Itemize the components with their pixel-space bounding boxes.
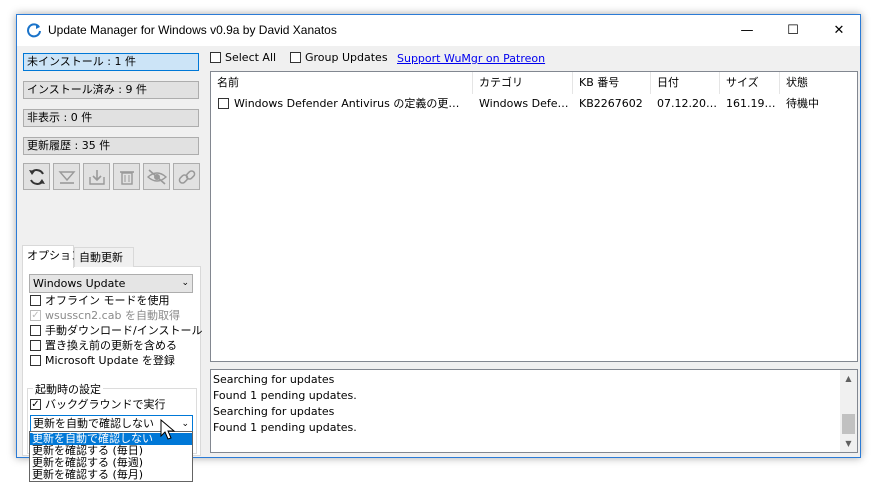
source-select-value: Windows Update	[33, 277, 126, 290]
refresh-icon	[28, 168, 45, 185]
window-title: Update Manager for Windows v0.9a by Davi…	[48, 23, 337, 37]
row-name: Windows Defender Antivirus の定義の更新 - ...	[234, 97, 470, 110]
dropdown-option[interactable]: 更新を確認する (毎月)	[30, 469, 192, 481]
scroll-thumb[interactable]	[842, 414, 855, 434]
app-window: Update Manager for Windows v0.9a by Davi…	[16, 14, 861, 458]
column-header-status[interactable]: 状態	[780, 72, 857, 94]
tab-auto-update[interactable]: 自動更新	[74, 247, 134, 267]
tab-options[interactable]: オプション	[22, 245, 82, 268]
register-mu-label: Microsoft Update を登録	[45, 354, 175, 367]
row-checkbox[interactable]	[218, 98, 229, 109]
startup-group-label: 起動時の設定	[33, 381, 103, 397]
category-not-installed[interactable]: 未インストール : 1 件	[23, 53, 199, 71]
download-button[interactable]	[53, 163, 80, 190]
minimize-icon: —	[740, 23, 754, 38]
row-category: Windows Defen...	[479, 97, 569, 110]
link-icon	[178, 169, 195, 184]
column-header-name[interactable]: 名前	[211, 72, 473, 94]
install-button[interactable]	[83, 163, 110, 190]
category-history[interactable]: 更新履歴 : 35 件	[23, 137, 199, 155]
scroll-down-icon[interactable]: ▼	[840, 435, 857, 452]
group-updates-label: Group Updates	[305, 51, 388, 64]
include-superseded-checkbox[interactable]: 置き換え前の更新を含める	[30, 338, 177, 352]
checkbox-box[interactable]	[290, 52, 301, 63]
close-icon: ✕	[833, 23, 845, 38]
category-hidden[interactable]: 非表示 : 0 件	[23, 109, 199, 127]
maximize-icon: ☐	[787, 23, 799, 38]
install-icon	[88, 169, 105, 185]
maximize-button[interactable]: ☐	[770, 15, 816, 46]
table-row[interactable]: Windows Defender Antivirus の定義の更新 - ... …	[211, 95, 857, 112]
category-installed[interactable]: インストール済み : 9 件	[23, 81, 199, 99]
log-output[interactable]: Searching for updates Found 1 pending up…	[210, 369, 858, 453]
chevron-down-icon: ⌄	[181, 419, 189, 429]
delete-button[interactable]	[113, 163, 140, 190]
column-header-category[interactable]: カテゴリ	[473, 72, 573, 94]
include-superseded-label: 置き換え前の更新を含める	[45, 339, 177, 352]
select-all-checkbox[interactable]: Select All	[210, 51, 276, 64]
log-line: Searching for updates	[213, 405, 335, 418]
group-updates-checkbox[interactable]: Group Updates	[290, 51, 388, 64]
log-line: Found 1 pending updates.	[213, 421, 357, 434]
close-button[interactable]: ✕	[816, 15, 862, 46]
wsusscn2-checkbox: ✓ wsusscn2.cab を自動取得	[30, 308, 180, 322]
checkbox-box[interactable]	[210, 52, 221, 63]
scroll-up-icon[interactable]: ▲	[840, 370, 857, 387]
offline-mode-checkbox[interactable]: オフライン モードを使用	[30, 293, 170, 307]
title-bar[interactable]: Update Manager for Windows v0.9a by Davi…	[17, 15, 860, 46]
minimize-button[interactable]: —	[724, 15, 770, 46]
source-select[interactable]: Windows Update ⌄	[29, 274, 193, 293]
log-scrollbar[interactable]: ▲ ▼	[840, 370, 857, 452]
chevron-down-icon: ⌄	[181, 278, 189, 288]
offline-mode-label: オフライン モードを使用	[45, 294, 170, 307]
checkbox-box[interactable]	[30, 294, 41, 306]
list-header: 名前 カテゴリ KB 番号 日付 サイズ 状態	[211, 72, 857, 94]
select-all-label: Select All	[225, 51, 277, 64]
mouse-cursor-icon	[160, 419, 176, 440]
manual-install-checkbox[interactable]: 手動ダウンロード/インストール	[30, 323, 203, 337]
download-icon	[57, 170, 76, 184]
link-button[interactable]	[173, 163, 200, 190]
register-mu-checkbox[interactable]: Microsoft Update を登録	[30, 353, 175, 367]
auto-check-value: 更新を自動で確認しない	[33, 417, 154, 430]
column-header-size[interactable]: サイズ	[720, 72, 780, 94]
refresh-button[interactable]	[23, 163, 50, 190]
log-line: Searching for updates	[213, 373, 335, 386]
checkbox-box[interactable]	[30, 354, 41, 366]
delete-icon	[119, 170, 134, 185]
hide-icon	[146, 168, 167, 185]
log-line: Found 1 pending updates.	[213, 389, 357, 402]
row-status: 待機中	[786, 97, 819, 110]
updates-list[interactable]: 名前 カテゴリ KB 番号 日付 サイズ 状態 Windows Defender…	[210, 71, 858, 362]
row-kb: KB2267602	[579, 97, 643, 110]
checkbox-box[interactable]	[30, 324, 41, 336]
background-checkbox[interactable]: ✓ バックグラウンドで実行	[30, 397, 166, 411]
checkbox-box: ✓	[30, 309, 41, 321]
checkbox-box[interactable]	[30, 339, 41, 351]
hide-button[interactable]	[143, 163, 170, 190]
manual-install-label: 手動ダウンロード/インストール	[45, 324, 203, 337]
column-header-date[interactable]: 日付	[651, 72, 720, 94]
column-header-kb[interactable]: KB 番号	[573, 72, 651, 94]
row-date: 07.12.2018	[657, 97, 719, 110]
wsusscn2-label: wsusscn2.cab を自動取得	[45, 309, 180, 322]
app-refresh-icon	[27, 23, 41, 38]
checkbox-box[interactable]: ✓	[30, 398, 41, 410]
patreon-link[interactable]: Support WuMgr on Patreon	[397, 52, 545, 65]
row-size: 161.19 ...	[726, 97, 778, 110]
background-label: バックグラウンドで実行	[45, 398, 166, 411]
